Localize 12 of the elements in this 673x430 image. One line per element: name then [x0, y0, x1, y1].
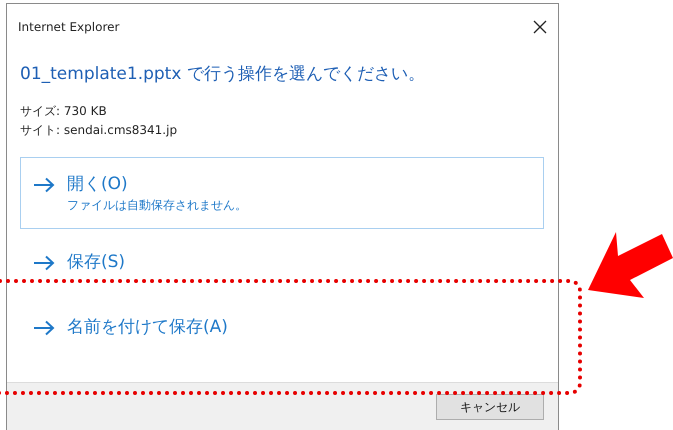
close-icon[interactable] [532, 19, 548, 35]
arrow-icon [33, 177, 55, 193]
cancel-button[interactable]: キャンセル [436, 394, 544, 420]
file-detail: サイト: sendai.cms8341.jp [20, 122, 178, 139]
arrow-icon [33, 255, 55, 271]
option-button[interactable]: 開く(O) ファイルは自動保存されません。 [20, 157, 544, 229]
dialog-heading: 01_template1.pptx で行う操作を選んでください。 [20, 63, 426, 85]
arrow-icon [33, 320, 55, 336]
option-button[interactable]: 保存(S) [20, 229, 544, 294]
option-button[interactable]: 名前を付けて保存(A) [20, 294, 544, 359]
window-title: Internet Explorer [18, 20, 120, 34]
file-detail: サイズ: 730 KB [20, 103, 108, 120]
